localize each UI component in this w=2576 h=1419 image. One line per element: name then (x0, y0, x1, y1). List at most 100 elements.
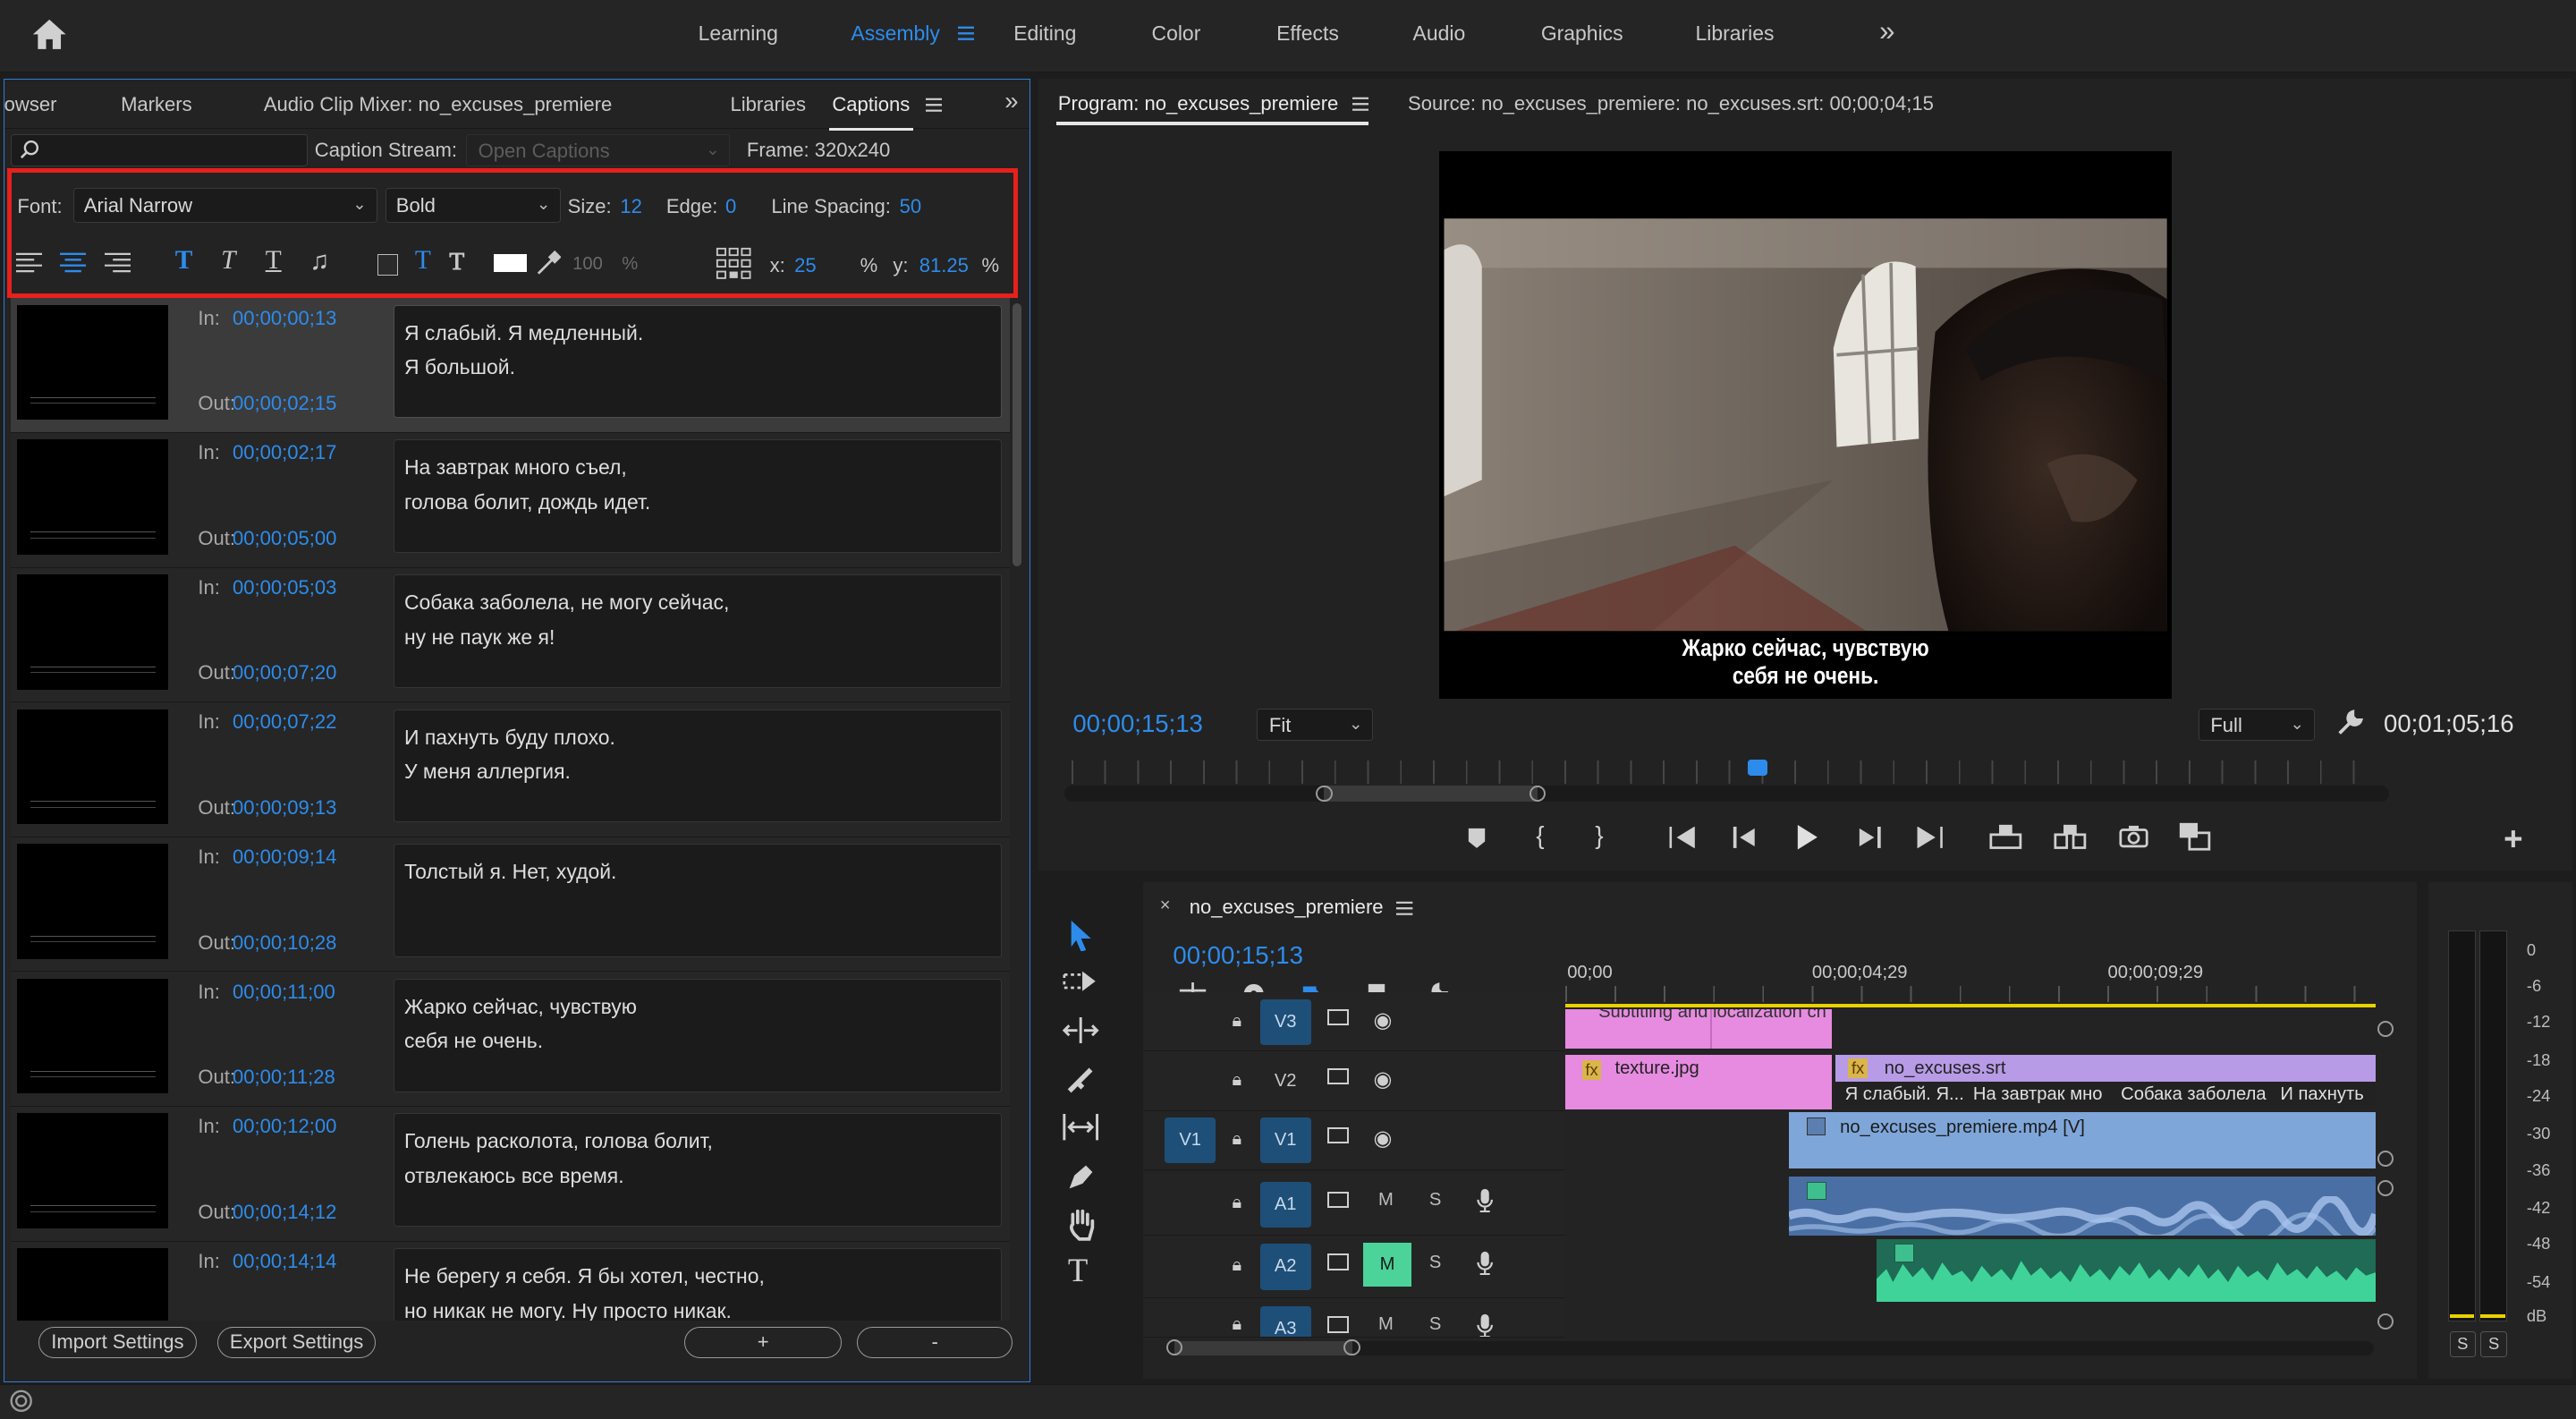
time-ruler[interactable] (1071, 760, 2385, 785)
text-color-icon[interactable]: T (415, 246, 431, 276)
caption-text[interactable]: Не берегу я себя. Я бы хотел, честно, но… (393, 1248, 1002, 1321)
size-value[interactable]: 12 (620, 195, 642, 218)
clip-title-v3[interactable]: Subtitling and localization ch (1565, 1008, 1832, 1049)
in-timecode[interactable]: 00;00;12;00 (233, 1115, 336, 1138)
caption-item[interactable]: In: 00;00;11;00 Out: 00;00;11;28 Жарко с… (11, 972, 1010, 1108)
scroll-handle-right[interactable] (1343, 1338, 1360, 1356)
quality-select[interactable]: Full ⌄ (2198, 708, 2315, 742)
y-value[interactable]: 81.25 (919, 254, 969, 277)
button-editor-add-icon[interactable]: + (2504, 820, 2522, 858)
sequence-tab[interactable]: no_excuses_premiere (1190, 896, 1384, 919)
mark-in-icon[interactable]: { (1536, 821, 1544, 850)
workspace-color[interactable]: Color (1152, 21, 1201, 46)
zoom-scrollbar[interactable] (1064, 785, 2389, 803)
caption-item[interactable]: In: 00;00;07;22 Out: 00;00;09;13 И пахну… (11, 702, 1010, 837)
music-note-icon[interactable]: ♫ (309, 246, 329, 276)
panels-overflow-icon[interactable]: » (1004, 87, 1018, 115)
hand-tool-icon[interactable] (1066, 1208, 1096, 1241)
video-frame[interactable]: Жарко сейчас, чувствую себя не очень. (1438, 150, 2173, 699)
workspace-effects[interactable]: Effects (1276, 21, 1339, 46)
microphone-icon[interactable] (1477, 1313, 1494, 1338)
step-back-icon[interactable] (1732, 826, 1757, 848)
caption-text[interactable]: Собака заболела, не могу сейчас, ну не п… (393, 574, 1002, 688)
timeline-hscroll-thumb[interactable] (1174, 1340, 1352, 1356)
selection-tool-icon[interactable] (1068, 919, 1094, 952)
sync-lock-icon[interactable] (1327, 1253, 1349, 1270)
track-scroll-handle[interactable] (2377, 1150, 2394, 1168)
bold-icon[interactable]: T (175, 246, 193, 276)
solo-right-button[interactable]: S (2480, 1330, 2507, 1358)
workspace-libraries[interactable]: Libraries (1695, 21, 1774, 46)
track-scroll-handle[interactable] (2377, 1179, 2394, 1197)
type-tool-icon[interactable]: T (1068, 1251, 1088, 1289)
caption-segment[interactable]: И пахнуть (2280, 1084, 2363, 1105)
tab-media-browser[interactable]: owser (4, 93, 57, 116)
caption-item[interactable]: In: 00;00;14;14 Не берегу я себя. Я бы х… (11, 1241, 1010, 1321)
clip-texture[interactable]: fx texture.jpg (1565, 1055, 1832, 1109)
wrench-icon[interactable] (2336, 709, 2364, 736)
sequence-menu-icon[interactable] (1396, 901, 1413, 916)
clip-video-v1[interactable]: no_excuses_premiere.mp4 [V] (1789, 1112, 2376, 1168)
caption-item[interactable]: In: 00;00;09;14 Out: 00;00;10;28 Толстый… (11, 837, 1010, 973)
tab-source-monitor[interactable]: Source: no_excuses_premiere: no_excuses.… (1408, 92, 1934, 115)
extract-icon[interactable] (2054, 823, 2087, 850)
sync-lock-icon[interactable] (1327, 1191, 1349, 1208)
edge-color-icon[interactable]: T (449, 247, 465, 276)
opacity-value[interactable]: 100 (572, 254, 603, 275)
tab-captions[interactable]: Captions (828, 93, 914, 132)
solo-button[interactable]: S (1429, 1190, 1441, 1211)
program-current-time[interactable]: 00;00;15;13 (1072, 710, 1203, 738)
workspace-learning[interactable]: Learning (699, 21, 778, 46)
eye-icon[interactable]: ◉ (1373, 1126, 1392, 1151)
in-timecode[interactable]: 00;00;11;00 (233, 981, 335, 1004)
in-timecode[interactable]: 00;00;05;03 (233, 576, 336, 599)
workspace-menu-icon[interactable] (957, 26, 975, 41)
underline-icon[interactable]: T (266, 246, 282, 276)
sync-lock-icon[interactable] (1327, 1316, 1349, 1333)
lock-icon[interactable]: 🔒︎ (1233, 1255, 1242, 1276)
lock-icon[interactable]: 🔒︎ (1233, 1193, 1242, 1213)
caption-text[interactable]: Жарко сейчас, чувствую себя не очень. (393, 978, 1002, 1092)
solo-button[interactable]: S (1429, 1314, 1441, 1335)
color-swatch[interactable] (494, 253, 527, 273)
sync-lock-icon[interactable] (1327, 1008, 1349, 1026)
razor-tool-icon[interactable] (1066, 1065, 1096, 1094)
caption-item[interactable]: In: 00;00;02;17 Out: 00;00;05;00 На завт… (11, 433, 1010, 568)
caption-text[interactable]: На завтрак много съел, голова болит, дож… (393, 439, 1002, 554)
in-timecode[interactable]: 00;00;00;13 (233, 307, 336, 330)
zoom-scrollbar-thumb[interactable] (1324, 785, 1538, 803)
position-grid-icon[interactable] (716, 247, 751, 280)
lock-icon[interactable]: 🔒︎ (1233, 1314, 1242, 1335)
workspace-audio[interactable]: Audio (1413, 21, 1466, 46)
caption-text[interactable]: И пахнуть буду плохо. У меня аллергия. (393, 709, 1002, 823)
font-select[interactable]: Arial Narrow ⌄ (72, 188, 377, 223)
lock-icon[interactable]: 🔒︎ (1233, 1129, 1242, 1150)
sync-lock-icon[interactable] (1327, 1067, 1349, 1085)
out-timecode[interactable]: 00;00;07;20 (233, 661, 336, 684)
sync-lock-icon[interactable] (1327, 1126, 1349, 1144)
tab-libraries[interactable]: Libraries (730, 93, 806, 116)
track-select-tool-icon[interactable] (1063, 968, 1098, 994)
align-left-icon[interactable] (15, 252, 42, 274)
track-target-v1[interactable]: V1 (1259, 1117, 1311, 1164)
track-scroll-handle[interactable] (2377, 1020, 2394, 1037)
in-timecode[interactable]: 00;00;14;14 (233, 1250, 336, 1273)
caption-list-scrollbar[interactable] (1013, 302, 1021, 566)
captions-menu-icon[interactable] (926, 98, 943, 113)
go-to-in-icon[interactable] (1669, 826, 1695, 848)
italic-icon[interactable]: T (221, 246, 235, 276)
caption-text[interactable]: Толстый я. Нет, худой. (393, 844, 1002, 957)
import-settings-button[interactable]: Import Settings (38, 1327, 197, 1359)
lock-icon[interactable]: 🔒︎ (1233, 1070, 1242, 1091)
track-target-a1[interactable]: A1 (1259, 1181, 1311, 1228)
in-timecode[interactable]: 00;00;02;17 (233, 441, 336, 464)
go-to-out-icon[interactable] (1917, 826, 1944, 848)
solo-left-button[interactable]: S (2449, 1330, 2476, 1358)
remove-caption-button[interactable]: - (856, 1327, 1013, 1359)
caption-stream-select[interactable]: Open Captions ⌄ (465, 133, 731, 167)
out-timecode[interactable]: 00;00;14;12 (233, 1201, 336, 1224)
timeline-ruler-ticks[interactable] (1565, 986, 2376, 1003)
zoom-select[interactable]: Fit ⌄ (1257, 708, 1374, 742)
lift-icon[interactable] (1989, 823, 2022, 850)
tab-audio-clip-mixer[interactable]: Audio Clip Mixer: no_excuses_premiere (264, 93, 612, 116)
